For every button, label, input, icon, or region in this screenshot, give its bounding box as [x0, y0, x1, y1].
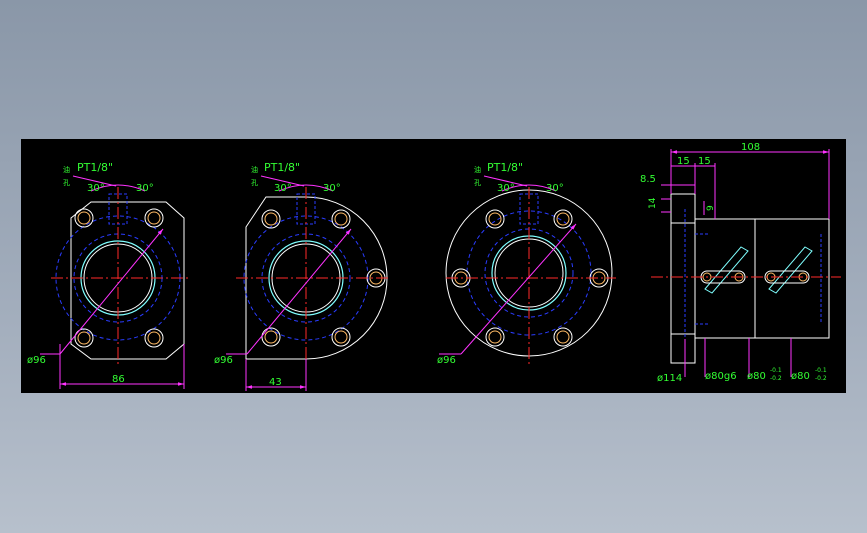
side-ball-return-2 — [764, 246, 813, 294]
side-body-2 — [754, 218, 830, 339]
flange-c-angle-left: 30° — [497, 183, 515, 194]
flange-b-port-symbol: 油 — [251, 165, 258, 174]
side-tol-b-lower: -0.2 — [815, 375, 827, 382]
flange-a-angle-right: 30° — [136, 183, 154, 194]
flange-c-angle-right: 30° — [546, 183, 564, 194]
flange-a-width-label: 86 — [112, 374, 125, 385]
flange-b-thread-label: PT1/8" — [264, 161, 300, 174]
flange-b-angle-left: 30° — [274, 183, 292, 194]
flange-b-diameter-label: ø96 — [214, 355, 233, 366]
side-15b-label: 15 — [698, 156, 711, 167]
flange-c-thread-label: PT1/8" — [487, 161, 523, 174]
flange-a-port-symbol: 油 — [63, 165, 70, 174]
side-dia-80g6-label: ø80g6 — [705, 371, 737, 382]
cad-drawing-canvas: 油 孔 PT1/8" 30° 30° ø96 86 油 孔 PT1/8" 30°… — [21, 139, 846, 393]
side-overall-length-label: 108 — [741, 142, 760, 153]
flange-a-angle-left: 30° — [87, 183, 105, 194]
flange-a-diameter-label: ø96 — [27, 355, 46, 366]
flange-a-thread-label: PT1/8" — [77, 161, 113, 174]
side-dia-80b-label: ø80 — [791, 371, 810, 382]
side-dia-80a-label: ø80 — [747, 371, 766, 382]
flange-c-port-symbol-2: 孔 — [474, 179, 481, 187]
flange-view-c: 油 孔 PT1/8" 30° 30° ø96 — [437, 161, 616, 367]
side-tol-a-lower: -0.2 — [770, 375, 782, 382]
flange-view-b: 油 孔 PT1/8" 30° 30° ø96 43 — [214, 161, 391, 391]
flange-b-angle-right: 30° — [323, 183, 341, 194]
side-ball-return-1 — [700, 246, 749, 294]
flange-view-a: 油 孔 PT1/8" 30° 30° ø96 86 — [27, 161, 191, 389]
side-tol-a-upper: -0.1 — [770, 367, 782, 374]
flange-a-port-symbol-2: 孔 — [63, 179, 70, 187]
side-flange — [670, 193, 696, 364]
side-9-label: 9 — [706, 205, 716, 211]
cad-drawing: 油 孔 PT1/8" 30° 30° ø96 86 油 孔 PT1/8" 30°… — [27, 142, 841, 391]
side-8-5-label: 8.5 — [640, 174, 656, 185]
side-tol-b-upper: -0.1 — [815, 367, 827, 374]
side-dia-114-label: ø114 — [657, 373, 682, 384]
flange-b-width-label: 43 — [269, 377, 282, 388]
side-15a-label: 15 — [677, 156, 690, 167]
flange-b-port-symbol-2: 孔 — [251, 179, 258, 187]
side-14-label: 14 — [648, 197, 658, 209]
flange-a-diameter-leader — [59, 228, 164, 355]
flange-c-port-symbol: 油 — [474, 165, 481, 174]
side-view: 108 15 15 8.5 14 9 ø114 ø80g6 ø80 -0.1 -… — [640, 142, 841, 384]
flange-c-diameter-label: ø96 — [437, 355, 456, 366]
